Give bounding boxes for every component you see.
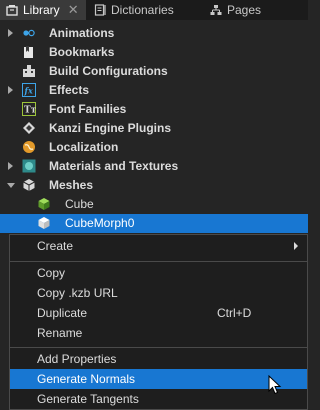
menu-item-generate-tangents[interactable]: Generate Tangents [10, 389, 307, 409]
tree-item-label: Bookmarks [49, 45, 115, 59]
menu-item-create[interactable]: Create [10, 236, 307, 256]
tree-item-label: Meshes [49, 178, 94, 192]
tree-item-label: Materials and Textures [49, 159, 179, 173]
tree-item-effects[interactable]: fx Effects [0, 81, 308, 100]
tab-pages[interactable]: Pages [204, 0, 284, 20]
tree-item-label: Effects [49, 83, 90, 97]
tree-item-label: Font Families [49, 102, 127, 116]
dictionaries-icon [94, 4, 106, 16]
svg-text:Tт: Tт [24, 106, 36, 116]
tree-item-label: Localization [49, 140, 119, 154]
pages-icon [210, 5, 222, 15]
menu-item-generate-normals[interactable]: Generate Normals [10, 369, 307, 389]
tree-item-localization[interactable]: Localization [0, 138, 308, 157]
tree-item-materials-and-textures[interactable]: Materials and Textures [0, 157, 308, 176]
mesh-cube-icon [38, 198, 50, 210]
expand-arrow-icon[interactable] [8, 162, 13, 170]
tab-label: Dictionaries [111, 3, 174, 17]
menu-item-rename[interactable]: Rename [10, 323, 307, 343]
expand-arrow-icon[interactable] [8, 29, 13, 37]
menu-item-label: Copy .kzb URL [37, 286, 118, 300]
tree-item-cube[interactable]: Cube [0, 195, 308, 214]
menu-item-label: Rename [37, 326, 83, 340]
collapse-arrow-icon[interactable] [7, 183, 15, 188]
menu-item-copy[interactable]: Copy [10, 263, 307, 283]
mesh-cube-icon [38, 217, 50, 229]
svg-text:fx: fx [24, 86, 33, 96]
menu-item-label: Copy [37, 266, 66, 280]
font-families-icon: Tт [22, 102, 36, 116]
tree-item-cubemorph0[interactable]: CubeMorph0 [0, 214, 308, 233]
tab-dictionaries[interactable]: Dictionaries [88, 0, 198, 20]
submenu-arrow-icon [294, 242, 298, 250]
menu-item-label: Generate Normals [37, 372, 136, 386]
tree-item-label: Build Configurations [49, 64, 168, 78]
menu-item-copy-kzb-url[interactable]: Copy .kzb URL [10, 283, 307, 303]
tree-item-meshes[interactable]: Meshes [0, 176, 308, 195]
tree-item-font-families[interactable]: Tт Font Families [0, 100, 308, 119]
menu-separator [10, 261, 307, 262]
tree-item-label: CubeMorph0 [65, 216, 135, 230]
tree-item-bookmarks[interactable]: Bookmarks [0, 43, 308, 62]
mouse-cursor-icon [268, 375, 282, 395]
plugins-icon [23, 122, 35, 134]
tree-item-label: Kanzi Engine Plugins [49, 121, 172, 135]
menu-item-label: Duplicate [37, 306, 88, 320]
tab-label: Library [23, 3, 60, 17]
meshes-icon [23, 179, 35, 191]
tree-item-animations[interactable]: Animations [0, 24, 308, 43]
tab-bar: Library ✕ Dictionaries Pages [0, 0, 308, 20]
localization-icon [23, 141, 35, 153]
tree-item-build-configurations[interactable]: Build Configurations [0, 62, 308, 81]
effects-icon: fx [22, 83, 36, 97]
build-configurations-icon [23, 65, 35, 77]
close-icon[interactable]: ✕ [68, 2, 79, 18]
context-menu: Create Copy Copy .kzb URL Duplicate Ctrl… [9, 234, 308, 410]
expand-arrow-icon[interactable] [8, 86, 13, 94]
tree-item-label: Animations [49, 26, 115, 40]
menu-item-label: Create [37, 239, 74, 253]
menu-item-label: Add Properties [37, 352, 117, 366]
bookmarks-icon [24, 46, 33, 58]
menu-item-label: Generate Tangents [37, 392, 139, 406]
animations-icon [23, 29, 35, 37]
tab-label: Pages [227, 3, 262, 17]
tab-library[interactable]: Library ✕ [0, 0, 86, 20]
tree-item-label: Cube [65, 197, 94, 211]
tree-item-kanzi-engine-plugins[interactable]: Kanzi Engine Plugins [0, 119, 308, 138]
materials-icon [22, 159, 36, 173]
library-icon [6, 5, 18, 16]
menu-item-add-properties[interactable]: Add Properties [10, 349, 307, 369]
menu-separator [10, 347, 307, 348]
menu-item-shortcut: Ctrl+D [217, 306, 252, 320]
menu-item-duplicate[interactable]: Duplicate Ctrl+D [10, 303, 307, 323]
